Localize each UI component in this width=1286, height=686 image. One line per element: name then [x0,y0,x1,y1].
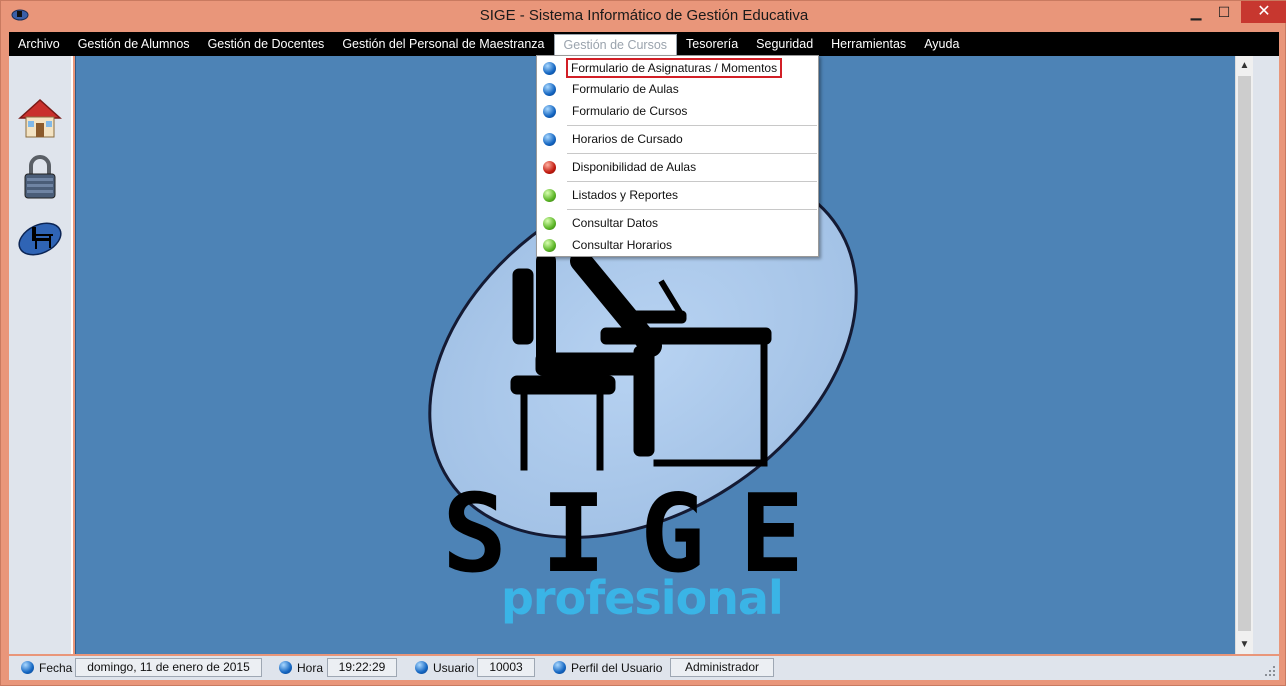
menu-gestion-maestranza[interactable]: Gestión del Personal de Maestranza [333,32,553,56]
blue-bullet-icon [543,82,556,96]
perfil-value: Administrador [670,658,774,677]
usuario-label: Usuario [433,661,475,675]
status-bullet-icon [279,661,292,674]
menu-gestion-cursos[interactable]: Gestión de Cursos [553,34,678,56]
app-window: SIGE - Sistema Informático de Gestión Ed… [0,0,1286,686]
menu-separator [567,181,817,182]
menu-archivo[interactable]: Archivo [9,32,69,56]
scroll-down-icon[interactable]: ▼ [1236,636,1253,653]
close-button[interactable]: ✕ [1241,1,1286,23]
red-bullet-icon [543,160,556,174]
green-bullet-icon [543,188,556,202]
menu-seguridad[interactable]: Seguridad [747,32,822,56]
menu-item-disponibilidad-aulas[interactable]: Disponibilidad de Aulas [537,156,818,178]
green-bullet-icon [543,216,556,230]
menu-gestion-alumnos[interactable]: Gestión de Alumnos [69,32,199,56]
menu-item-listados-reportes[interactable]: Listados y Reportes [537,184,818,206]
title-bar: SIGE - Sistema Informático de Gestión Ed… [1,1,1286,31]
menu-gestion-docentes[interactable]: Gestión de Docentes [199,32,334,56]
menu-item-horarios-cursado[interactable]: Horarios de Cursado [537,128,818,150]
right-panel [1253,56,1279,654]
menu-ayuda[interactable]: Ayuda [915,32,968,56]
scroll-thumb[interactable] [1238,76,1251,631]
menu-item-consultar-datos[interactable]: Consultar Datos [537,212,818,234]
menu-bar: Archivo Gestión de Alumnos Gestión de Do… [9,32,1279,56]
menu-tesoreria[interactable]: Tesorería [677,32,747,56]
menu-separator [567,125,817,126]
resize-grip-icon[interactable] [1263,664,1277,678]
desk-person-icon[interactable] [15,212,65,262]
status-bullet-icon [415,661,428,674]
usuario-value: 10003 [477,658,535,677]
vertical-scrollbar[interactable]: ▲ ▼ [1235,56,1253,654]
perfil-label: Perfil del Usuario [571,661,663,675]
padlock-icon[interactable] [15,152,65,202]
blue-bullet-icon [543,132,556,146]
hora-value: 19:22:29 [327,658,397,677]
fecha-label: Fecha [39,661,73,675]
logo-profesional-text: profesional [501,571,784,625]
status-bullet-icon [21,661,34,674]
menu-separator [567,209,817,210]
menu-item-consultar-horarios[interactable]: Consultar Horarios [537,234,818,256]
window-title: SIGE - Sistema Informático de Gestión Ed… [479,7,809,24]
menu-item-formulario-asignaturas[interactable]: Formulario de Asignaturas / Momentos [537,57,818,79]
fecha-value: domingo, 11 de enero de 2015 [75,658,262,677]
blue-bullet-icon [543,61,556,75]
menu-item-formulario-aulas[interactable]: Formulario de Aulas [537,78,818,100]
minimize-button[interactable]: ▁ [1181,1,1211,23]
hora-label: Hora [297,661,324,675]
house-icon[interactable] [15,94,65,144]
status-bar: Fecha domingo, 11 de enero de 2015 Hora … [9,656,1279,680]
gestion-cursos-dropdown: Formulario de Asignaturas / Momentos For… [536,55,819,257]
maximize-button[interactable]: ☐ [1209,1,1239,23]
menu-separator [567,153,817,154]
left-toolbar [9,56,73,654]
menu-herramientas[interactable]: Herramientas [822,32,915,56]
scroll-up-icon[interactable]: ▲ [1236,57,1253,74]
status-bullet-icon [553,661,566,674]
blue-bullet-icon [543,104,556,118]
menu-item-formulario-cursos[interactable]: Formulario de Cursos [537,100,818,122]
green-bullet-icon [543,238,556,252]
